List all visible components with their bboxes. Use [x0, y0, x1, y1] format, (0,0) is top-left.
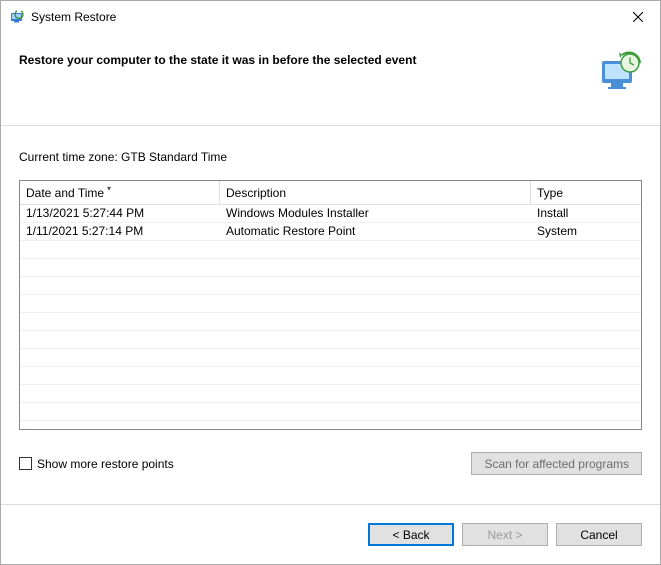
column-header-type[interactable]: Type [531, 181, 641, 204]
restore-points-table: Date and Time ▾ Description Type 1/13/20… [19, 180, 642, 430]
cell-description: Windows Modules Installer [220, 205, 531, 222]
column-header-description[interactable]: Description [220, 181, 531, 204]
table-row-empty [20, 313, 641, 331]
window-title: System Restore [31, 10, 615, 24]
show-more-checkbox[interactable]: Show more restore points [19, 457, 174, 471]
column-header-datetime[interactable]: Date and Time ▾ [20, 181, 220, 204]
close-button[interactable] [615, 2, 660, 32]
table-row-empty [20, 403, 641, 421]
restore-hero-icon [596, 49, 642, 95]
table-row-empty [20, 385, 641, 403]
sort-descending-icon: ▾ [107, 184, 111, 193]
cell-description: Automatic Restore Point [220, 223, 531, 240]
cell-datetime: 1/11/2021 5:27:14 PM [20, 223, 220, 240]
close-icon [633, 12, 643, 22]
cancel-button[interactable]: Cancel [556, 523, 642, 546]
next-button: Next > [462, 523, 548, 546]
cell-type: Install [531, 205, 641, 222]
table-row[interactable]: 1/11/2021 5:27:14 PMAutomatic Restore Po… [20, 223, 641, 241]
show-more-label: Show more restore points [37, 457, 174, 471]
back-button[interactable]: < Back [368, 523, 454, 546]
column-header-datetime-label: Date and Time [26, 186, 104, 200]
cell-type: System [531, 223, 641, 240]
system-restore-window: System Restore Restore your computer to … [0, 0, 661, 565]
table-row-empty [20, 295, 641, 313]
table-header: Date and Time ▾ Description Type [20, 181, 641, 205]
table-body: 1/13/2021 5:27:44 PMWindows Modules Inst… [20, 205, 641, 429]
table-row-empty [20, 277, 641, 295]
table-row-empty [20, 367, 641, 385]
table-row-empty [20, 259, 641, 277]
timezone-label: Current time zone: GTB Standard Time [19, 150, 642, 164]
page-heading: Restore your computer to the state it wa… [19, 49, 586, 67]
table-row-empty [20, 331, 641, 349]
header-section: Restore your computer to the state it wa… [1, 33, 660, 95]
table-footer-controls: Show more restore points Scan for affect… [19, 452, 642, 475]
restore-app-icon [9, 9, 25, 25]
content-area: Current time zone: GTB Standard Time Dat… [1, 125, 660, 504]
table-row-empty [20, 241, 641, 259]
checkbox-box [19, 457, 32, 470]
table-row-empty [20, 349, 641, 367]
titlebar: System Restore [1, 1, 660, 33]
wizard-footer: < Back Next > Cancel [1, 504, 660, 564]
scan-affected-programs-button: Scan for affected programs [471, 452, 642, 475]
cell-datetime: 1/13/2021 5:27:44 PM [20, 205, 220, 222]
table-row[interactable]: 1/13/2021 5:27:44 PMWindows Modules Inst… [20, 205, 641, 223]
